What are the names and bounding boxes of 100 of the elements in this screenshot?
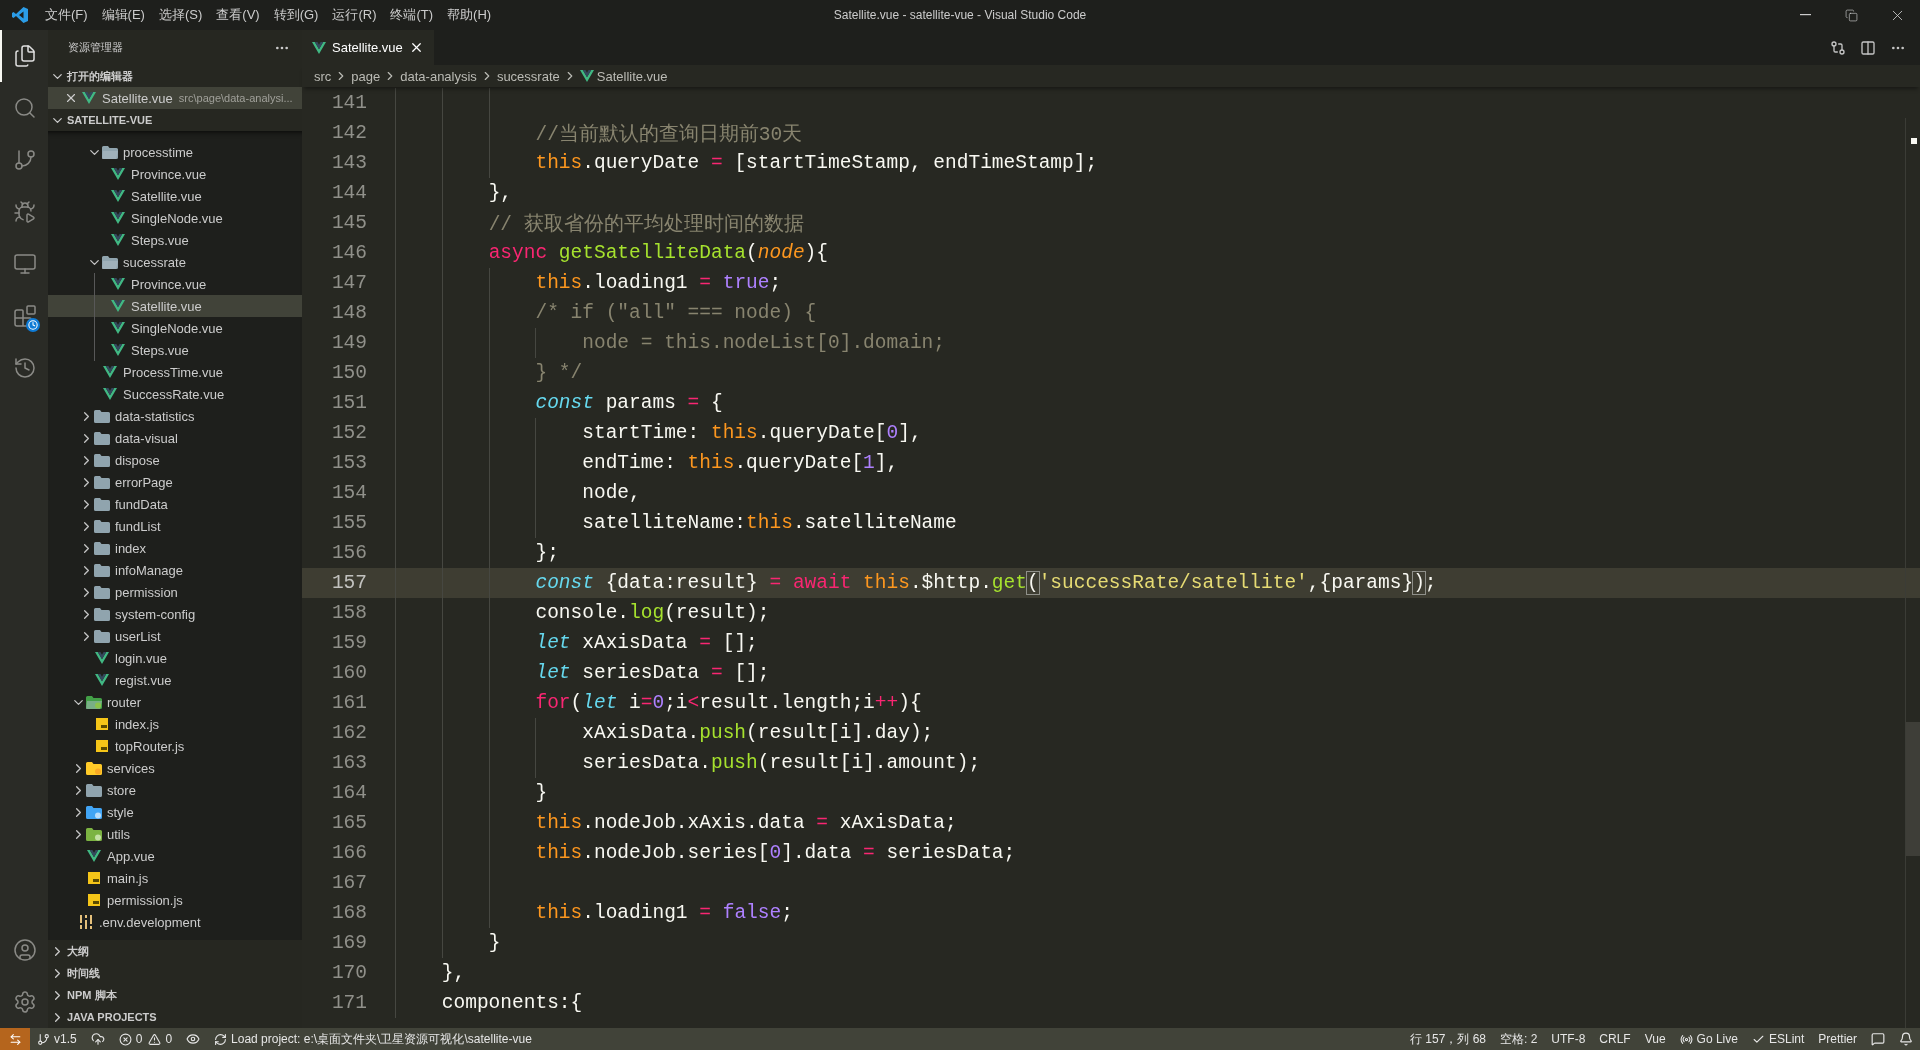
folder-name[interactable]: style: [107, 804, 134, 820]
code-line: const {data:result} = await this.$http.get('successRate/satellite',{params});: [535, 572, 1437, 594]
folder-name[interactable]: sucessrate: [123, 254, 186, 270]
file-name[interactable]: App.vue: [107, 848, 155, 864]
eslint-status[interactable]: ESLint: [1744, 1028, 1812, 1050]
menu-item[interactable]: 查看(V): [209, 6, 267, 24]
open-folder-icon: [102, 255, 118, 269]
folder-name[interactable]: processtime: [123, 144, 194, 160]
js-file-icon: [96, 718, 108, 730]
line-number: 158: [330, 602, 367, 624]
file-name[interactable]: SingleNode.vue: [131, 320, 223, 336]
status-item[interactable]: CRLF: [1592, 1028, 1638, 1050]
folder-icon: [86, 761, 102, 775]
line-number: 146: [330, 242, 367, 264]
section-header[interactable]: SATELLITE-VUE: [48, 109, 302, 131]
file-name[interactable]: login.vue: [115, 650, 168, 666]
menu-item[interactable]: 文件(F): [38, 6, 95, 24]
menu-item[interactable]: 选择(S): [151, 6, 210, 24]
file-name[interactable]: regist.vue: [115, 672, 172, 688]
file-name[interactable]: ProcessTime.vue: [123, 364, 223, 380]
folder-name[interactable]: router: [107, 694, 141, 710]
line-number: 156: [330, 542, 367, 564]
folder-name[interactable]: errorPage: [115, 474, 173, 490]
file-name[interactable]: .env.development: [99, 914, 201, 930]
status-item[interactable]: Vue: [1637, 1028, 1673, 1050]
open-editor-item[interactable]: Satellite.vue src\page\data-analysi...: [48, 87, 302, 109]
monitor-icon: [13, 252, 37, 276]
branch-icon: [13, 148, 37, 172]
folder-icon: [86, 783, 102, 797]
file-name[interactable]: Satellite.vue: [131, 298, 202, 314]
status-item[interactable]: 行 157，列 68: [1402, 1028, 1493, 1050]
file-name[interactable]: Steps.vue: [131, 342, 189, 358]
clock-badge: [26, 318, 40, 332]
menu-item[interactable]: 终端(T): [383, 6, 441, 24]
folder-name[interactable]: index: [115, 540, 147, 556]
folder-name[interactable]: system-config: [115, 606, 196, 622]
menu-item[interactable]: 运行(R): [325, 6, 384, 24]
breadcrumb-item[interactable]: page: [351, 68, 381, 84]
file-name[interactable]: topRouter.js: [115, 738, 185, 754]
menu-item[interactable]: 帮助(H): [440, 6, 499, 24]
vue-icon: [95, 674, 109, 686]
folder-name[interactable]: dispose: [115, 452, 160, 468]
file-name[interactable]: Steps.vue: [131, 232, 189, 248]
line-number: 169: [330, 932, 367, 954]
status-item[interactable]: 空格: 2: [1493, 1028, 1545, 1050]
line-number: 155: [330, 512, 367, 534]
status-item[interactable]: UTF-8: [1544, 1028, 1593, 1050]
line-number: 152: [330, 422, 367, 444]
branch-icon: [37, 1032, 50, 1046]
folder-name[interactable]: fundList: [115, 518, 161, 534]
js-file-icon: [88, 872, 100, 884]
folder-name[interactable]: services: [107, 760, 155, 776]
folder-name[interactable]: utils: [107, 826, 131, 842]
code-line: endTime: this.queryDate[1],: [582, 452, 899, 474]
breadcrumb-item[interactable]: src: [314, 68, 332, 84]
remote-button[interactable]: [0, 1028, 30, 1050]
load-project-status[interactable]: Load project: e:\桌面文件夹\卫星资源可视化\satellite-vue: [207, 1028, 539, 1050]
line-number: 163: [330, 752, 367, 774]
file-name[interactable]: Province.vue: [131, 166, 207, 182]
branch-status[interactable]: v1.5: [30, 1028, 84, 1050]
vue-icon: [579, 70, 594, 82]
menu-item[interactable]: 转到(G): [266, 6, 326, 24]
code-line: let seriesData = [];: [535, 662, 770, 684]
folder-name[interactable]: data-visual: [115, 430, 178, 446]
folder-name[interactable]: data-statistics: [115, 408, 195, 424]
selected-tree-item[interactable]: Satellite.vue: [48, 295, 302, 317]
folder-name[interactable]: userList: [115, 628, 161, 644]
file-name[interactable]: main.js: [107, 870, 149, 886]
compare-icon[interactable]: [1830, 39, 1846, 56]
file-name[interactable]: Province.vue: [131, 276, 207, 292]
split-editor-icon[interactable]: [1860, 39, 1876, 56]
go-live-button[interactable]: Go Live: [1672, 1028, 1745, 1050]
folder-name[interactable]: store: [107, 782, 136, 798]
file-name[interactable]: permission.js: [107, 892, 183, 908]
code-line: components:{: [441, 992, 583, 1014]
line-number: 159: [330, 632, 367, 654]
line-number: 160: [330, 662, 367, 684]
file-name[interactable]: index.js: [115, 716, 160, 732]
section-header[interactable]: 打开的编辑器: [48, 65, 302, 87]
code-line: startTime: this.queryDate[0],: [582, 422, 922, 444]
code-line: this.loading1 = true;: [535, 272, 782, 294]
breadcrumb-item[interactable]: Satellite.vue: [596, 68, 668, 84]
line-number: 154: [330, 482, 367, 504]
sidebar-title: 资源管理器: [68, 40, 123, 55]
file-name[interactable]: Satellite.vue: [131, 188, 202, 204]
code-line: node = this.nodeList[0].domain;: [582, 332, 945, 354]
folder-name[interactable]: infoManage: [115, 562, 183, 578]
folder-name[interactable]: permission: [115, 584, 178, 600]
close-icon[interactable]: [64, 91, 78, 105]
editor-tab[interactable]: Satellite.vue: [302, 30, 434, 65]
folder-name[interactable]: fundData: [115, 496, 168, 512]
status-item[interactable]: Prettier: [1811, 1028, 1864, 1050]
code-line: };: [535, 542, 559, 564]
breadcrumb-item[interactable]: data-analysis: [400, 68, 477, 84]
breadcrumb-item[interactable]: sucessrate: [496, 68, 560, 84]
menu-item[interactable]: 编辑(E): [94, 6, 152, 24]
line-number: 168: [330, 902, 367, 924]
code-line: seriesData.push(result[i].amount);: [582, 752, 981, 774]
file-name[interactable]: SingleNode.vue: [131, 210, 223, 226]
file-name[interactable]: SuccessRate.vue: [123, 386, 225, 402]
